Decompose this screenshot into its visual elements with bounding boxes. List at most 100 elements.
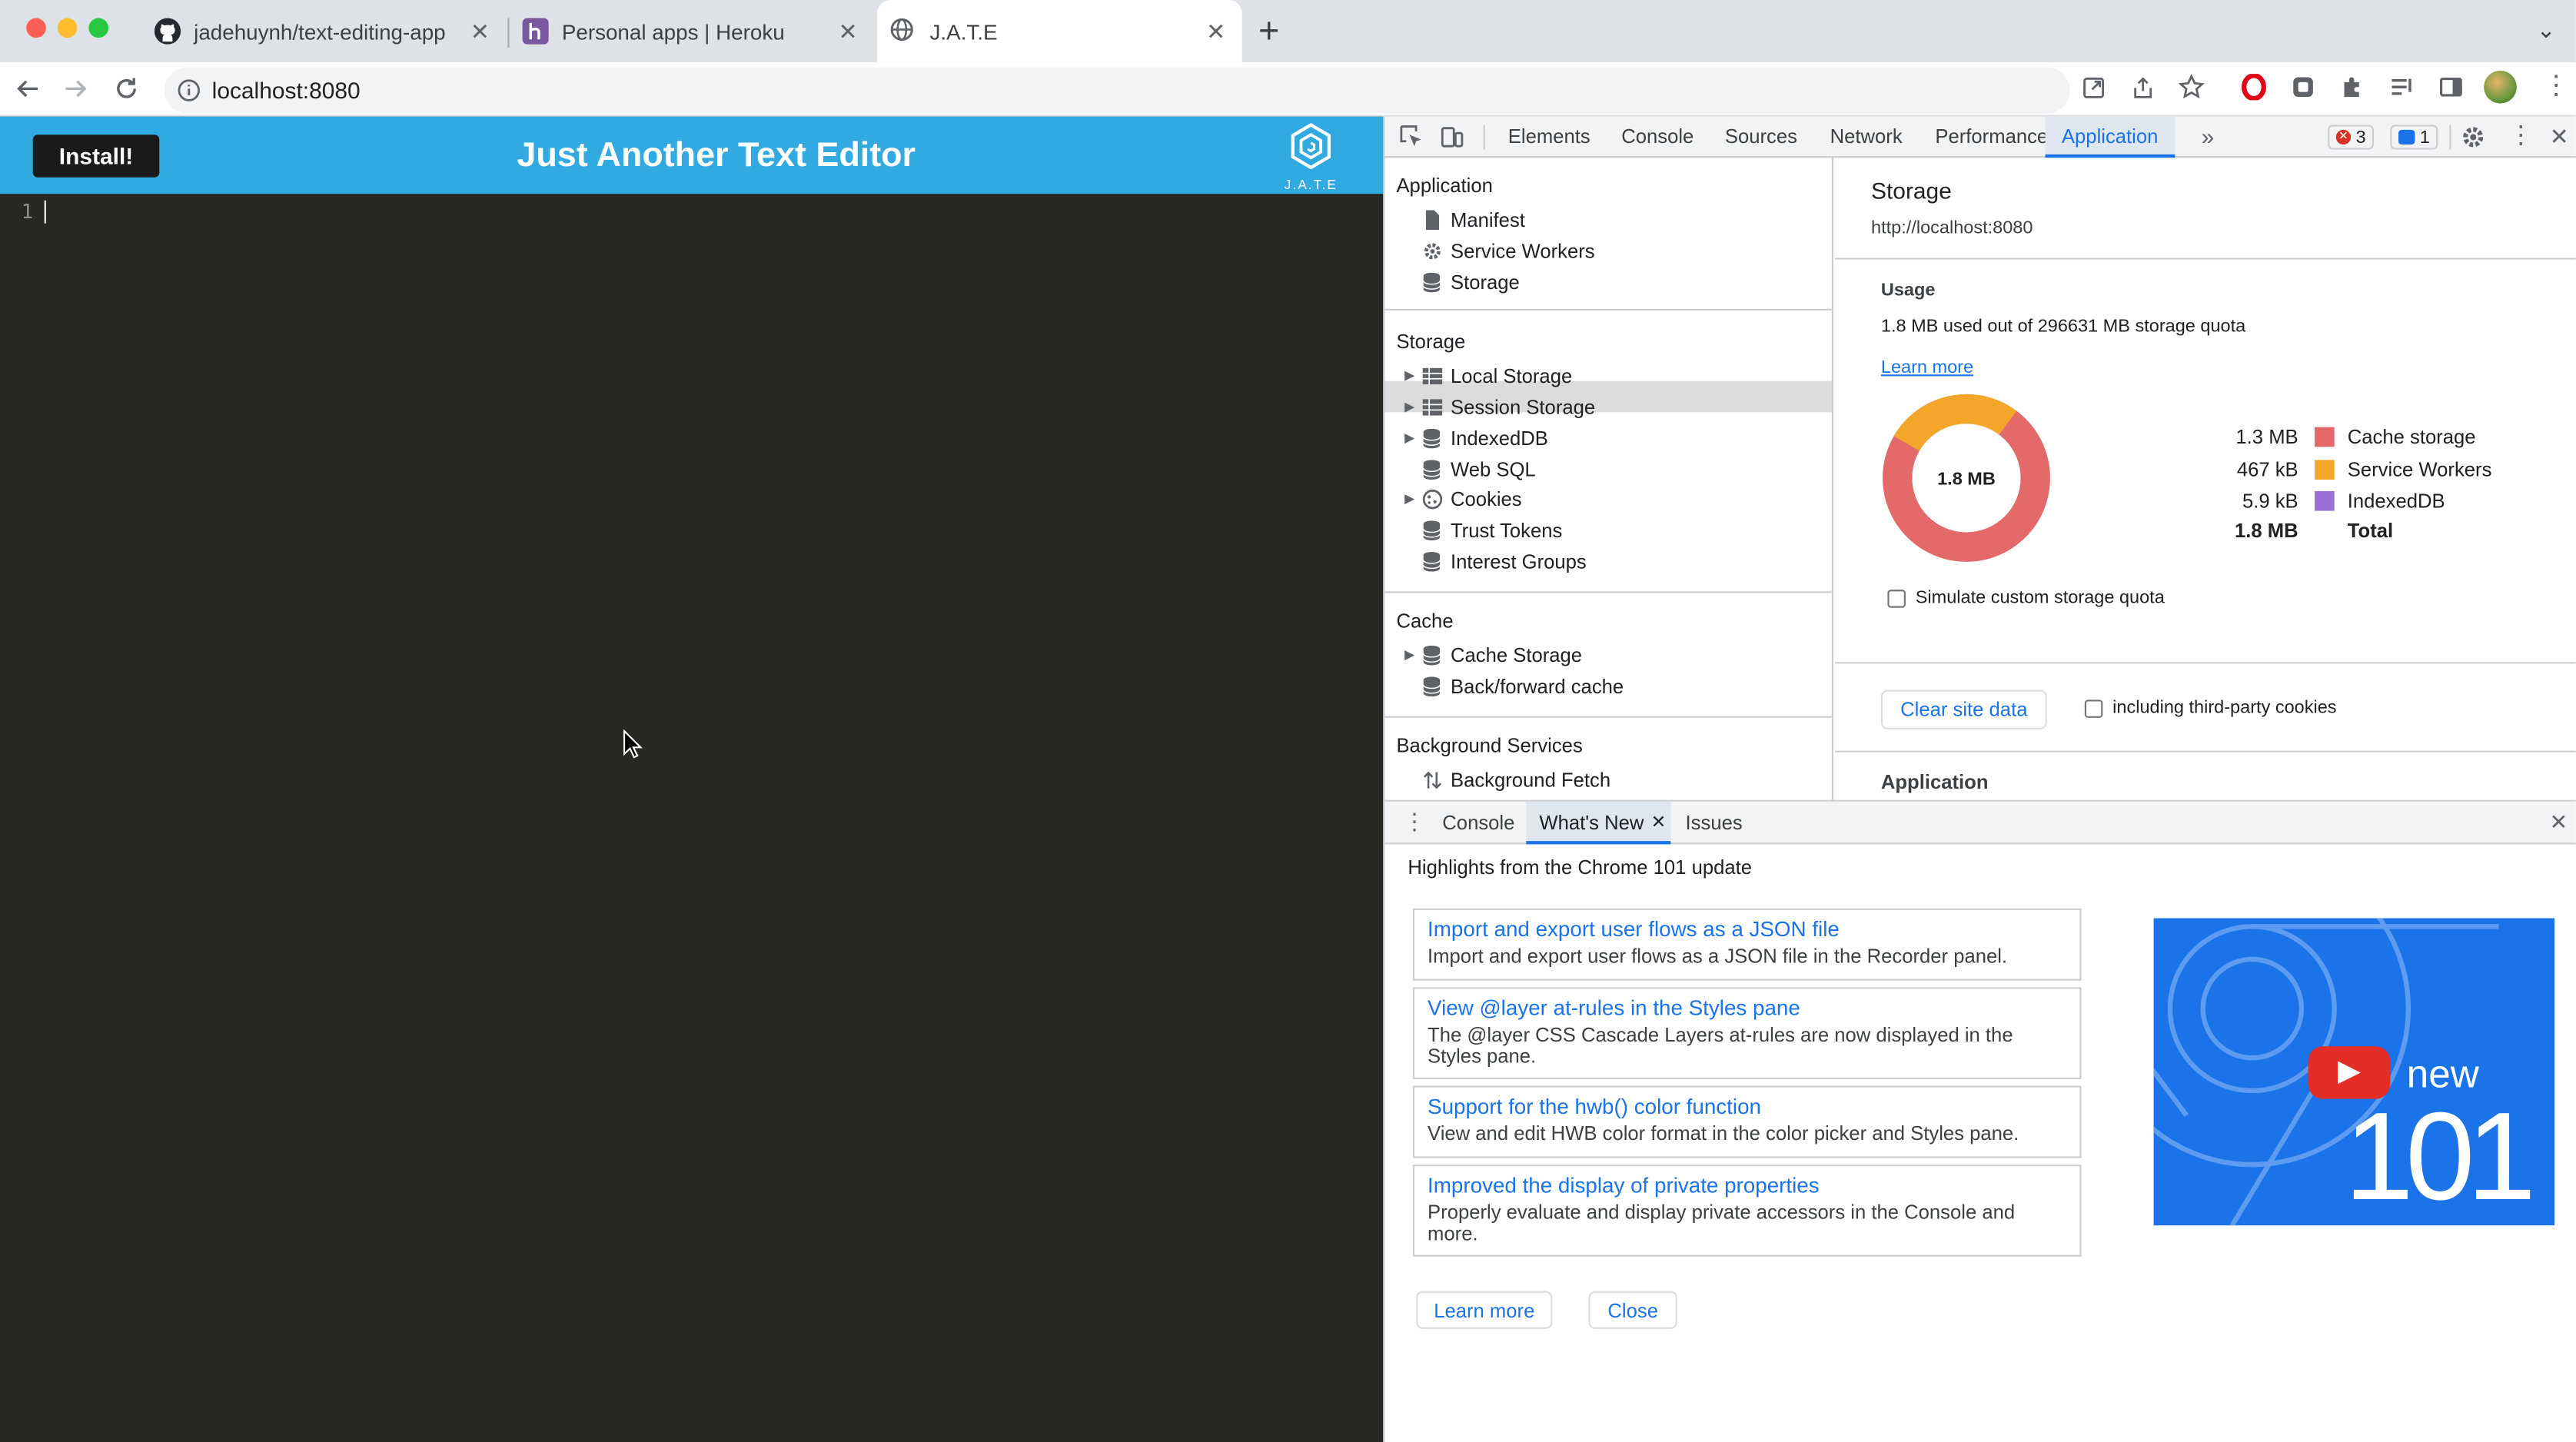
tab-search-chevron-icon[interactable]: ⌄	[2537, 16, 2556, 44]
text-cursor	[44, 200, 46, 224]
heroku-icon	[522, 18, 549, 45]
learn-more-button[interactable]: Learn more	[1416, 1291, 1553, 1329]
address-bar[interactable]: localhost:8080	[164, 67, 2070, 114]
expand-triangle-icon[interactable]: ▶	[1404, 430, 1414, 445]
extensions-puzzle-icon[interactable]	[2339, 74, 2365, 100]
settings-gear-icon[interactable]	[2461, 125, 2485, 149]
drawer-menu-icon[interactable]: ⋮	[1403, 808, 1426, 834]
error-count-badge[interactable]: ✕ 3	[2328, 125, 2375, 150]
minimize-window-button[interactable]	[57, 18, 78, 38]
drawer-tab-label: What's New	[1539, 811, 1644, 835]
profile-avatar[interactable]	[2484, 70, 2517, 104]
media-controls-icon[interactable]	[2388, 74, 2415, 100]
expand-triangle-icon[interactable]: ▶	[1404, 368, 1414, 383]
opera-extension-icon[interactable]	[2241, 74, 2267, 101]
legend-row-cache-storage: 1.3 MB Cache storage	[2216, 422, 2475, 451]
expand-triangle-icon[interactable]: ▶	[1404, 647, 1414, 662]
simulate-quota-checkbox[interactable]: Simulate custom storage quota	[1887, 588, 2165, 608]
drawer-tab-whats-new[interactable]: What's New ✕	[1526, 801, 1671, 845]
learn-more-link[interactable]: Learn more	[1881, 358, 1973, 378]
close-tab-icon[interactable]: ✕	[838, 18, 857, 46]
sidebar-item-session-storage[interactable]: Session Storage	[1421, 391, 1595, 423]
site-info-icon[interactable]	[178, 79, 201, 102]
whats-new-item[interactable]: Support for the hwb() color function Vie…	[1412, 1085, 2082, 1158]
clear-site-data-button[interactable]: Clear site data	[1880, 689, 2047, 729]
browser-tab-jate[interactable]: J.A.T.E ✕	[877, 0, 1242, 63]
sidebar-item-cache-storage[interactable]: Cache Storage	[1421, 639, 1583, 670]
jate-logo-icon	[1291, 122, 1331, 170]
drawer-tab-console[interactable]: Console	[1442, 802, 1514, 845]
close-tab-icon[interactable]: ✕	[470, 18, 490, 46]
storage-usage-donut-chart: 1.8 MB	[1883, 394, 2050, 562]
drawer-tab-issues[interactable]: Issues	[1686, 802, 1743, 845]
whats-new-item[interactable]: Improved the display of private properti…	[1412, 1165, 2082, 1257]
sidebar-item-label: Cache Storage	[1450, 643, 1583, 666]
more-tabs-icon[interactable]: »	[2202, 117, 2215, 158]
reload-icon[interactable]	[113, 75, 139, 101]
extension-icon[interactable]	[2290, 74, 2316, 100]
devtools-tab-elements[interactable]: Elements	[1508, 117, 1590, 158]
sidebar-item-trust-tokens[interactable]: Trust Tokens	[1421, 514, 1562, 546]
legend-value: 5.9 kB	[2242, 489, 2298, 513]
device-toolbar-icon[interactable]	[1441, 125, 1464, 148]
sidebar-item-service-workers[interactable]: Service Workers	[1421, 235, 1595, 267]
sidebar-item-web-sql[interactable]: Web SQL	[1421, 454, 1536, 485]
devtools-tab-performance[interactable]: Performance	[1935, 117, 2048, 158]
open-in-app-icon[interactable]	[2082, 75, 2106, 100]
forward-icon[interactable]	[62, 75, 88, 101]
table-grid-icon	[1421, 396, 1443, 417]
devtools-tab-sources[interactable]: Sources	[1725, 117, 1797, 158]
sidebar-item-cookies[interactable]: Cookies	[1421, 483, 1522, 514]
whats-new-item[interactable]: Import and export user flows as a JSON f…	[1412, 908, 2082, 981]
sidebar-item-back-forward-cache[interactable]: Back/forward cache	[1421, 670, 1624, 702]
sidebar-item-background-fetch[interactable]: Background Fetch	[1421, 764, 1610, 796]
legend-swatch	[2315, 460, 2335, 480]
inspect-element-icon[interactable]	[1400, 125, 1423, 148]
whats-new-item-title[interactable]: View @layer at-rules in the Styles pane	[1428, 995, 2066, 1022]
whats-new-video-thumbnail[interactable]: new 101	[2153, 918, 2555, 1226]
sidebar-item-interest-groups[interactable]: Interest Groups	[1421, 545, 1587, 576]
sidebar-item-indexeddb[interactable]: IndexedDB	[1421, 422, 1548, 454]
mouse-pointer-icon	[623, 729, 643, 759]
expand-triangle-icon[interactable]: ▶	[1404, 491, 1414, 506]
browser-tab-github[interactable]: jadehuynh/text-editing-app ✕	[145, 0, 506, 62]
new-tab-icon[interactable]: +	[1258, 11, 1279, 51]
highlights-heading: Highlights from the Chrome 101 update	[1408, 856, 1753, 879]
devtools-tab-console[interactable]: Console	[1621, 117, 1694, 158]
share-icon[interactable]	[2131, 75, 2156, 100]
third-party-cookies-checkbox[interactable]: including third-party cookies	[2084, 698, 2337, 718]
checkbox-box[interactable]	[2084, 699, 2103, 717]
bookmark-star-icon[interactable]	[2178, 74, 2205, 100]
legend-total-value: 1.8 MB	[2234, 519, 2298, 543]
message-count-badge[interactable]: 1	[2390, 125, 2438, 150]
devtools-tab-application[interactable]: Application	[2045, 116, 2175, 158]
video-version-label: 101	[2344, 1087, 2536, 1226]
devtools-tab-network[interactable]: Network	[1830, 117, 1903, 158]
close-tab-icon[interactable]: ✕	[1206, 18, 1225, 46]
checkbox-box[interactable]	[1887, 589, 1906, 607]
whats-new-item-title[interactable]: Support for the hwb() color function	[1428, 1094, 2066, 1120]
sidebar-item-storage[interactable]: Storage	[1421, 266, 1520, 297]
close-tab-icon[interactable]: ✕	[1651, 812, 1667, 833]
back-icon[interactable]	[15, 75, 41, 101]
close-drawer-icon[interactable]: ✕	[2550, 810, 2568, 836]
browser-tab-heroku[interactable]: Personal apps | Heroku ✕	[513, 0, 874, 62]
usage-heading: Usage	[1880, 281, 1936, 301]
legend-label: IndexedDB	[2347, 489, 2445, 513]
code-editor[interactable]: 1	[0, 194, 1383, 1442]
close-devtools-icon[interactable]: ✕	[2550, 123, 2569, 151]
browser-menu-icon[interactable]: ⋮	[2543, 72, 2569, 101]
zoom-window-button[interactable]	[88, 18, 109, 38]
error-icon: ✕	[2335, 129, 2352, 145]
close-window-button[interactable]	[26, 18, 46, 38]
expand-triangle-icon[interactable]: ▶	[1404, 399, 1414, 414]
sidebar-item-manifest[interactable]: Manifest	[1421, 204, 1525, 235]
whats-new-item[interactable]: View @layer at-rules in the Styles pane …	[1412, 987, 2082, 1080]
sidebar-item-local-storage[interactable]: Local Storage	[1421, 360, 1572, 391]
sidebar-item-label: Manifest	[1450, 208, 1525, 231]
side-panel-icon[interactable]	[2438, 74, 2464, 100]
close-button[interactable]: Close	[1588, 1291, 1677, 1329]
devtools-menu-icon[interactable]: ⋮	[2508, 121, 2533, 151]
whats-new-item-title[interactable]: Improved the display of private properti…	[1428, 1173, 2066, 1199]
whats-new-item-title[interactable]: Import and export user flows as a JSON f…	[1428, 916, 2066, 942]
